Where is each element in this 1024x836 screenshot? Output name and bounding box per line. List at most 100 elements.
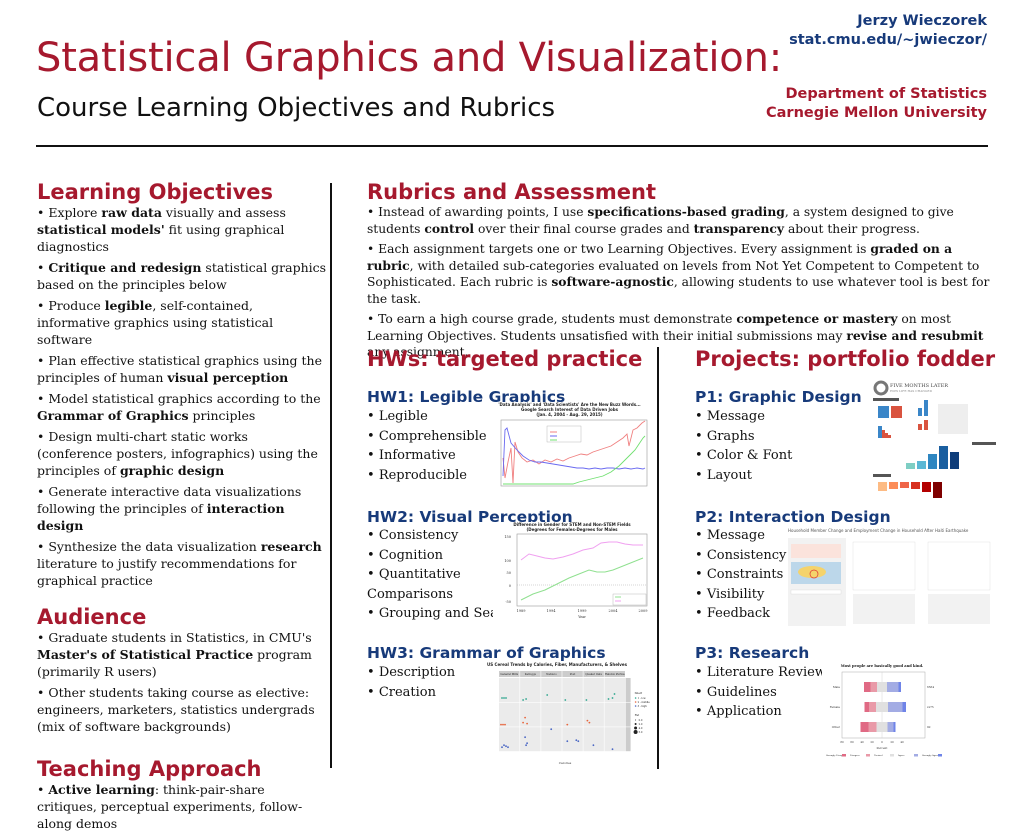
hw3-panel bbox=[604, 727, 625, 752]
bullet-item: Produce legible, self-contained, informa… bbox=[37, 297, 327, 348]
p3-legend-swatch bbox=[890, 754, 894, 757]
hw3-panel bbox=[499, 702, 520, 727]
hw3-legend-label: 2 - middle bbox=[638, 701, 651, 704]
hw3-point bbox=[505, 745, 507, 748]
hw3-thumb-chart: General Mills Kelloggs Nabisco Post Quaker O… bbox=[499, 671, 651, 765]
hw3-facet-label: Post bbox=[570, 672, 577, 676]
p3-legend-label: Strongly Agree bbox=[922, 754, 940, 757]
hw3-point bbox=[505, 697, 507, 699]
emphasis-text: statistical models' bbox=[37, 222, 165, 237]
hw2-xtick: 2004 bbox=[609, 609, 619, 613]
hw3-panel bbox=[583, 702, 604, 727]
p3-xtick: 80 bbox=[840, 740, 844, 744]
p1-bar bbox=[918, 408, 922, 416]
list-item: Informative bbox=[367, 446, 487, 466]
p3-row-total: 92 bbox=[927, 725, 931, 729]
hw3-point bbox=[526, 722, 528, 725]
p1-bar bbox=[933, 482, 942, 498]
hw3-point bbox=[507, 746, 509, 749]
text-run: over their final course grades and bbox=[474, 221, 694, 236]
p2-scatter-right bbox=[927, 541, 991, 591]
hw2-ytick: 50 bbox=[507, 571, 511, 575]
hw3-point bbox=[525, 698, 527, 700]
hw2-ytick: 150 bbox=[504, 535, 511, 539]
list-item: Guidelines bbox=[695, 683, 826, 703]
hw3-panel bbox=[520, 678, 541, 702]
p1-text-block bbox=[938, 404, 968, 434]
hw3-thumbnail: US Cereal Trends by Calories, Fiber, Man… bbox=[485, 662, 653, 782]
p1-bar bbox=[928, 454, 937, 469]
poster-title: Statistical Graphics and Visualization: bbox=[36, 35, 783, 81]
hw3-point bbox=[577, 740, 580, 743]
list-item: Consistency bbox=[695, 546, 787, 566]
hw3-point bbox=[566, 740, 569, 743]
p1-bar bbox=[900, 482, 909, 488]
bullet-item: Other students taking course as elective… bbox=[37, 684, 327, 735]
text-run: principles bbox=[188, 408, 256, 423]
hw3-point bbox=[575, 739, 578, 742]
hw3-legend-key bbox=[634, 723, 637, 725]
p3-bar-segment bbox=[877, 682, 887, 692]
p3-row-total: xx75 bbox=[927, 705, 934, 709]
p2-select[interactable] bbox=[790, 589, 842, 595]
p1-bar bbox=[882, 430, 885, 438]
p3-bar-segment bbox=[898, 682, 901, 692]
p3-xtick: 60 bbox=[850, 740, 854, 744]
hw3-point bbox=[524, 716, 526, 719]
list-item: Description bbox=[367, 663, 455, 683]
p1-bar bbox=[891, 406, 902, 418]
p3-title: P3: Research bbox=[695, 644, 810, 662]
list-item: Layout bbox=[695, 466, 792, 486]
text-run: To earn a high course grade, students mu… bbox=[378, 312, 737, 326]
text-run: Instead of awarding points, I use bbox=[378, 205, 588, 219]
emphasis-text: raw data bbox=[101, 205, 162, 220]
p3-row-total: 6564 bbox=[927, 685, 934, 689]
p3-bar-segment bbox=[869, 702, 876, 712]
author-url[interactable]: stat.cmu.edu/~jwieczor/ bbox=[789, 31, 987, 50]
list-item: Comprehensible bbox=[367, 427, 487, 447]
p2-thumb-dashboard bbox=[788, 538, 991, 626]
text-run: Other students taking course as elective… bbox=[37, 685, 315, 734]
hw3-legend-label: 3 - high bbox=[638, 705, 648, 708]
rubrics-heading: Rubrics and Assessment bbox=[367, 180, 657, 204]
audience-heading: Audience bbox=[37, 605, 147, 629]
p3-chart-title: Most people are basically good and kind. bbox=[841, 664, 924, 668]
hw3-point bbox=[501, 746, 503, 749]
hw3-point bbox=[550, 728, 553, 731]
bullet-item: Active learning: think-pair-share critiq… bbox=[37, 781, 327, 832]
p1-bar bbox=[918, 424, 922, 430]
teaching-list: Active learning: think-pair-share critiq… bbox=[37, 781, 327, 832]
hw1-thumbnail: 'Data Analysis' and 'Data Scientists' Ar… bbox=[487, 402, 652, 500]
list-item: Quantitative Comparisons bbox=[367, 565, 477, 604]
hw2-ytick: 100 bbox=[504, 559, 511, 563]
bullet-item: Critique and redesign statistical graphi… bbox=[37, 259, 327, 293]
hw3-point bbox=[586, 719, 589, 722]
hw3-legend-label: 1 - low bbox=[638, 697, 647, 700]
list-item: Legible bbox=[367, 407, 487, 427]
hw3-point bbox=[564, 699, 567, 701]
rubrics-section: Rubrics and Assessment Instead of awardi… bbox=[367, 180, 992, 365]
p3-legend-swatch bbox=[866, 754, 870, 757]
p3-xtick: 40 bbox=[900, 740, 904, 744]
p1-bar bbox=[878, 426, 882, 438]
hw3-legend-key bbox=[634, 726, 638, 730]
hw3-point bbox=[522, 699, 524, 701]
p3-xtick: 20 bbox=[890, 740, 894, 744]
hw3-legend-label: 0.0 bbox=[639, 719, 643, 722]
emphasis-text: control bbox=[424, 220, 475, 236]
hw3-legend-key bbox=[635, 719, 637, 721]
p3-legend-label: Disagree bbox=[850, 754, 861, 757]
emphasis-text: legible bbox=[104, 298, 153, 313]
p3-category-label: Female bbox=[830, 705, 841, 709]
bullet-item: Synthesize the data visualization resear… bbox=[37, 538, 327, 589]
list-item: Color & Font bbox=[695, 446, 793, 466]
hw3-legend-label: 5.0 bbox=[639, 731, 643, 734]
emphasis-text: software-agnostic bbox=[551, 274, 674, 289]
projects-heading: Projects: portfolio fodder bbox=[695, 347, 996, 371]
hw3-row-strip bbox=[625, 702, 631, 727]
hw3-panel bbox=[583, 678, 604, 702]
hw3-title: HW3: Grammar of Graphics bbox=[367, 644, 606, 662]
p3-bar-segment bbox=[902, 702, 906, 712]
hw3-point bbox=[501, 697, 503, 699]
author-name: Jerzy Wieczorek bbox=[857, 13, 987, 29]
